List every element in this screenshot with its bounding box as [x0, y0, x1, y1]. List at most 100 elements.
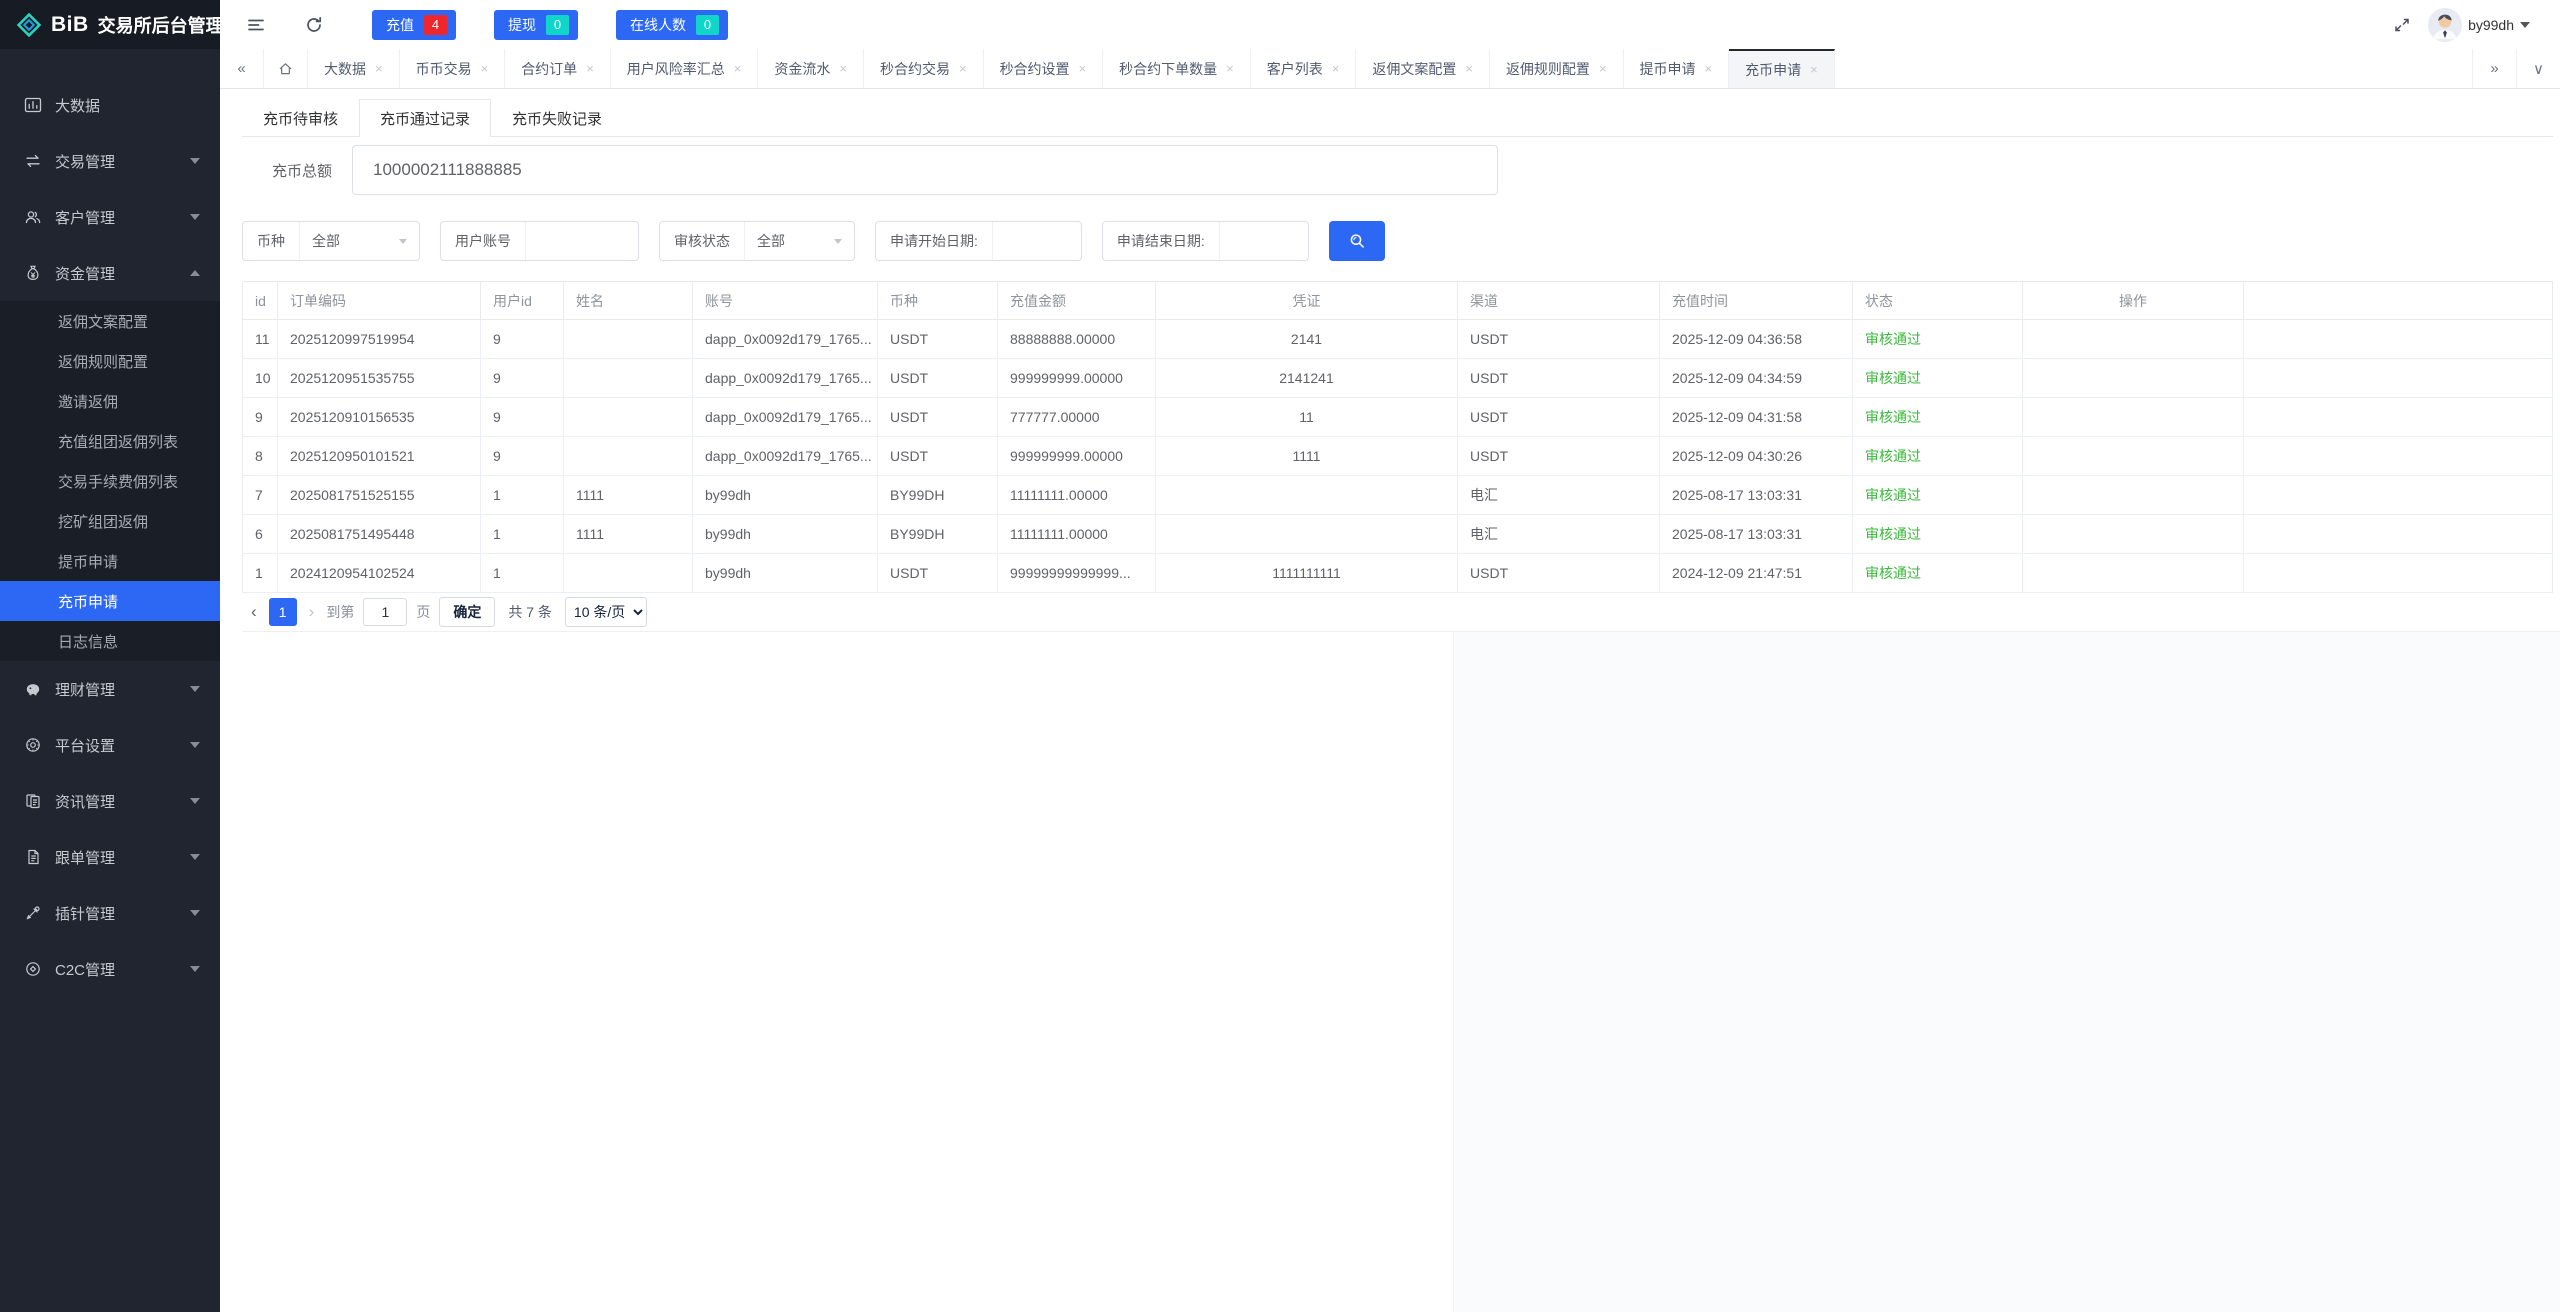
cell-id: 1 [243, 554, 278, 592]
submenu-item-log-info[interactable]: 日志信息 [0, 621, 220, 661]
sidebar-item-copytrade-mgmt[interactable]: 跟单管理 [0, 829, 220, 885]
sidebar-item-c2c-mgmt[interactable]: C2C管理 [0, 941, 220, 997]
submenu-label: 提币申请 [58, 551, 118, 572]
close-tab-icon[interactable]: × [586, 61, 594, 76]
sidebar-item-platform-settings[interactable]: 平台设置 [0, 717, 220, 773]
tab-deposit-approved[interactable]: 充币通过记录 [359, 99, 491, 136]
account-filter: 用户账号 [440, 221, 639, 261]
open-tab[interactable]: 资金流水 × [758, 49, 864, 88]
cell-account: dapp_0x0092d179_1765... [693, 320, 878, 358]
close-tab-icon[interactable]: × [1465, 61, 1473, 76]
coin-select[interactable]: 全部 [299, 222, 419, 260]
tab-deposit-pending[interactable]: 充币待审核 [242, 99, 359, 136]
sidebar-item-trade-mgmt[interactable]: 交易管理 [0, 133, 220, 189]
confirm-button[interactable]: 确定 [439, 597, 495, 627]
open-tab[interactable]: 大数据 × [308, 49, 400, 88]
cell-extra [2244, 359, 2553, 397]
cell-account: by99dh [693, 476, 878, 514]
open-tab[interactable]: 秒合约下单数量 × [1103, 49, 1251, 88]
refresh-icon[interactable] [304, 15, 324, 35]
prev-page-icon[interactable]: ‹ [248, 602, 260, 622]
submenu-item-fee-commission[interactable]: 交易手续费佣列表 [0, 461, 220, 501]
open-tab-label: 充币申请 [1745, 60, 1801, 80]
next-page-icon[interactable]: › [306, 602, 318, 622]
open-tab[interactable]: 充币申请 × [1729, 49, 1835, 88]
app-logo: BiB 交易所后台管理 [0, 0, 220, 49]
chevron-up-icon [190, 270, 200, 276]
close-tab-icon[interactable]: × [959, 61, 967, 76]
close-tab-icon[interactable]: × [1810, 62, 1818, 77]
end-date-input[interactable] [1220, 233, 1308, 249]
page-size-select[interactable]: 10 条/页 [565, 597, 647, 627]
start-date-filter: 申请开始日期: [875, 221, 1082, 261]
search-icon [1347, 231, 1367, 251]
sidebar-item-pin-mgmt[interactable]: 插针管理 [0, 885, 220, 941]
search-button[interactable] [1329, 221, 1385, 261]
status-badge: 审核通过 [1865, 524, 1921, 544]
users-icon [24, 208, 42, 226]
deposit-total-input[interactable] [352, 145, 1498, 195]
tabs-menu-icon[interactable]: ∨ [2516, 49, 2560, 88]
close-tab-icon[interactable]: × [1705, 61, 1713, 76]
close-tab-icon[interactable]: × [1079, 61, 1087, 76]
sidebar-item-funds-mgmt[interactable]: 资金管理 [0, 245, 220, 301]
sidebar-item-customer-mgmt[interactable]: 客户管理 [0, 189, 220, 245]
deposit-records-table: id 订单编码 用户id 姓名 账号 币种 充值金额 凭证 渠道 充值时间 状态… [242, 281, 2553, 593]
submenu-item-recharge-team-rebate[interactable]: 充值组团返佣列表 [0, 421, 220, 461]
open-tab[interactable]: 返佣文案配置 × [1356, 49, 1490, 88]
user-caret-icon [2520, 22, 2530, 28]
submenu-item-rebate-copy[interactable]: 返佣文案配置 [0, 301, 220, 341]
online-users-button[interactable]: 在线人数 0 [616, 10, 728, 40]
tab-deposit-failed[interactable]: 充币失败记录 [491, 99, 623, 136]
close-tab-icon[interactable]: × [481, 61, 489, 76]
close-tab-icon[interactable]: × [1599, 61, 1607, 76]
open-tab[interactable]: 提币申请 × [1624, 49, 1730, 88]
submenu-item-deposit-apply[interactable]: 充币申请 [0, 581, 220, 621]
cell-amount: 11111111.00000 [998, 515, 1156, 553]
sidebar-item-finance-mgmt[interactable]: 理财管理 [0, 661, 220, 717]
close-tab-icon[interactable]: × [375, 61, 383, 76]
cell-voucher: 2141241 [1156, 359, 1458, 397]
submenu-item-invite-rebate[interactable]: 邀请返佣 [0, 381, 220, 421]
close-tab-icon[interactable]: × [1332, 61, 1340, 76]
recharge-button[interactable]: 充值 4 [372, 10, 456, 40]
open-tab[interactable]: 用户风险率汇总 × [611, 49, 759, 88]
total-count-label: 共 7 条 [508, 602, 552, 622]
cell-order-no: 2024120954102524 [278, 554, 481, 592]
open-tab[interactable]: 秒合约设置 × [984, 49, 1104, 88]
sidebar-item-news-mgmt[interactable]: 资讯管理 [0, 773, 220, 829]
open-tab[interactable]: 返佣规则配置 × [1490, 49, 1624, 88]
cell-time: 2025-12-09 04:30:26 [1660, 437, 1853, 475]
account-input[interactable] [526, 233, 638, 249]
cell-order-no: 2025120950101521 [278, 437, 481, 475]
chevron-down-icon [190, 910, 200, 916]
withdraw-button[interactable]: 提现 0 [494, 10, 578, 40]
close-tab-icon[interactable]: × [1226, 61, 1234, 76]
submenu-item-withdraw-apply[interactable]: 提币申请 [0, 541, 220, 581]
table-row: 6 2025081751495448 1 1111 by99dh BY99DH … [243, 515, 2553, 554]
open-tab[interactable]: 币币交易 × [400, 49, 506, 88]
submenu-item-rebate-rules[interactable]: 返佣规则配置 [0, 341, 220, 381]
open-tab[interactable]: 客户列表 × [1251, 49, 1357, 88]
tabs-scroll-left-icon[interactable]: « [220, 49, 264, 88]
cell-status: 审核通过 [1853, 398, 2023, 436]
open-tab[interactable]: 合约订单 × [505, 49, 611, 88]
fullscreen-icon[interactable] [2392, 15, 2412, 35]
open-tab[interactable]: 秒合约交易 × [864, 49, 984, 88]
goto-page-input[interactable] [363, 598, 407, 626]
sidebar-collapse-icon[interactable] [246, 15, 266, 35]
start-date-input[interactable] [993, 233, 1081, 249]
cell-coin: USDT [878, 398, 998, 436]
tabs-scroll-right-icon[interactable]: » [2472, 49, 2516, 88]
deposit-total-label: 充币总额 [242, 160, 332, 181]
close-tab-icon[interactable]: × [839, 61, 847, 76]
user-menu[interactable]: by99dh [2428, 8, 2530, 42]
close-tab-icon[interactable]: × [734, 61, 742, 76]
page-number-button[interactable]: 1 [269, 598, 297, 626]
column-header: 操作 [2023, 282, 2244, 319]
cell-name [564, 437, 693, 475]
submenu-item-mining-team-rebate[interactable]: 挖矿组团返佣 [0, 501, 220, 541]
sidebar-item-bigdata[interactable]: 大数据 [0, 77, 220, 133]
audit-status-select[interactable]: 全部 [744, 222, 854, 260]
home-tab-icon[interactable] [264, 49, 308, 88]
